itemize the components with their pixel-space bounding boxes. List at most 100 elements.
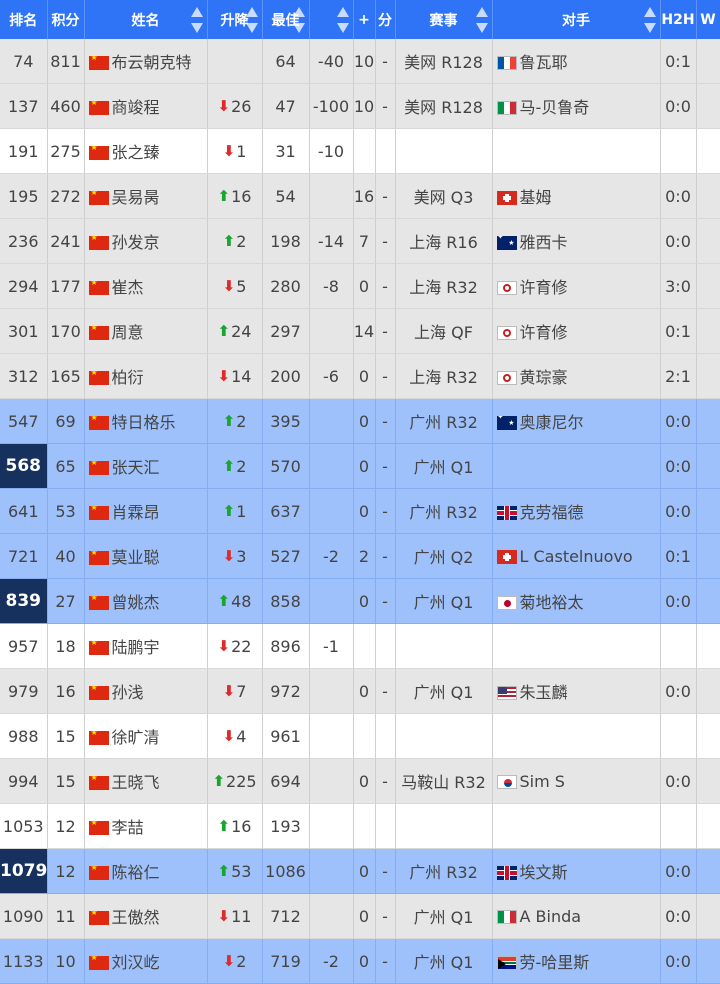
cell-player-name[interactable]: 李喆 xyxy=(84,803,208,849)
table-row[interactable]: 191 275 张之臻 ⬇1 31 -10 xyxy=(0,128,720,174)
cell-opponent[interactable]: 鲁瓦耶 xyxy=(492,39,661,84)
cell-opponent[interactable]: 许育修 xyxy=(492,308,661,354)
cell-opponent[interactable]: 菊地裕太 xyxy=(492,578,661,624)
cell-opponent[interactable] xyxy=(492,443,661,489)
cell-opponent[interactable] xyxy=(492,623,661,669)
table-row[interactable]: 137 460 商竣程 ⬇26 47 -10010-美网 R128 马-贝鲁奇 0:0 xyxy=(0,83,720,129)
cell-opponent[interactable] xyxy=(492,713,661,759)
cell-opponent[interactable]: 埃文斯 xyxy=(492,848,661,894)
table-row[interactable]: 294 177 崔杰 ⬇5 280 -8 0- 上海 R32 许育修 3:0 xyxy=(0,263,720,309)
sort-icon[interactable] xyxy=(336,7,349,33)
cell-points-text: 811 xyxy=(50,51,81,71)
cell-opponent[interactable]: Sim S xyxy=(492,758,661,804)
cell-opponent[interactable]: 基姆 xyxy=(492,173,661,219)
sort-icon[interactable] xyxy=(475,7,488,33)
table-row[interactable]: 195272吴易昺⬆165416-美网 Q3基姆0:0 xyxy=(0,173,720,219)
cell-opponent[interactable]: 克劳福德 xyxy=(492,488,661,534)
cell-tournament: 广州 Q1 xyxy=(395,893,493,939)
table-row[interactable]: 957 18 陆鹏宇 ⬇22 896 -1 xyxy=(0,623,720,669)
col-header-diff[interactable] xyxy=(309,0,354,39)
col-header-change[interactable]: 升降 xyxy=(207,0,263,39)
cell-opponent[interactable]: 朱玉麟 xyxy=(492,668,661,714)
cell-opponent[interactable]: 劳-哈里斯 xyxy=(492,938,661,984)
table-row[interactable]: 988 15 徐旷清 ⬇4 961 xyxy=(0,713,720,759)
cell-player-name[interactable]: 陆鹏宇 xyxy=(84,623,208,669)
cell-player-name[interactable]: 肖霖昂 xyxy=(84,488,208,534)
table-row[interactable]: 236 241 孙发京 ⬆2 198 -14 7- 上海 R16 雅西卡 0:0 xyxy=(0,218,720,264)
arrow-down-icon: ⬇ xyxy=(222,547,236,565)
cell-h2h: 0:0 xyxy=(660,668,697,714)
col-header-h2h[interactable]: H2H xyxy=(660,0,697,39)
table-row[interactable]: 1133 10 刘汉屹 ⬇2 719 -2 0- 广州 Q1 劳-哈里斯 0:0 xyxy=(0,938,720,984)
cell-player-name[interactable]: 周意 xyxy=(84,308,208,354)
table-row[interactable]: 109011王傲然⬇117120-广州 Q1A Binda0:0 xyxy=(0,893,720,939)
col-header-pts-b[interactable]: 分 xyxy=(375,0,396,39)
table-row[interactable]: 721 40 莫业聪 ⬇3 527 -2 2- 广州 Q2 L Castelnuovo 0:1 xyxy=(0,533,720,579)
cell-opponent[interactable] xyxy=(492,128,661,174)
table-row[interactable]: 1079 12 陈裕仁 ⬆53 1086 0- 广州 R32 埃文斯 0:0 xyxy=(0,848,720,894)
cell-opponent[interactable] xyxy=(492,803,661,849)
table-row[interactable]: 1053 12 李喆 ⬆16 193 xyxy=(0,803,720,849)
sort-icon[interactable] xyxy=(643,7,656,33)
table-row[interactable]: 994 15 王晓飞 ⬆225 694 0-马鞍山 R32 Sim S 0:0 xyxy=(0,758,720,804)
cell-player-name[interactable]: 吴易昺 xyxy=(84,173,208,219)
cell-opponent[interactable]: 马-贝鲁奇 xyxy=(492,83,661,129)
sort-icon[interactable] xyxy=(292,7,305,33)
cell-rank: 641 xyxy=(0,488,48,534)
cell-opponent[interactable]: 黄琮豪 xyxy=(492,353,661,399)
col-header-best[interactable]: 最佳 xyxy=(262,0,310,39)
cell-player-name[interactable]: 莫业聪 xyxy=(84,533,208,579)
cell-pts-a xyxy=(353,128,376,174)
table-row[interactable]: 568 65 张天汇 ⬆2 570 0- 广州 Q1 0:0 xyxy=(0,443,720,489)
cell-player-name[interactable]: 曾姚杰 xyxy=(84,578,208,624)
cell-best: 280 xyxy=(262,263,310,309)
sort-icon[interactable] xyxy=(245,7,258,33)
cell-opponent[interactable]: 雅西卡 xyxy=(492,218,661,264)
cell-rank: 195 xyxy=(0,173,48,219)
cell-opponent[interactable]: 奥康尼尔 xyxy=(492,398,661,444)
col-header-pts-a[interactable]: + xyxy=(353,0,376,39)
cn-flag-icon xyxy=(88,101,109,115)
cell-player-name[interactable]: 王傲然 xyxy=(84,893,208,939)
cell-player-name[interactable]: 孙发京 xyxy=(84,218,208,264)
cell-pts-b-text: - xyxy=(382,906,388,926)
table-row[interactable]: 979 16 孙浅 ⬇7 972 0- 广州 Q1 朱玉麟 0:0 xyxy=(0,668,720,714)
cell-player-name[interactable]: 陈裕仁 xyxy=(84,848,208,894)
cell-player-name[interactable]: 王晓飞 xyxy=(84,758,208,804)
col-header-tournament-label: 赛事 xyxy=(429,12,458,29)
cell-player-name[interactable]: 徐旷清 xyxy=(84,713,208,759)
cell-best-text: 858 xyxy=(270,591,301,611)
col-header-w[interactable]: W xyxy=(696,0,720,39)
table-row[interactable]: 547 69 特日格乐 ⬆2 395 0- 广州 R32 奥康尼尔 0:0 xyxy=(0,398,720,444)
col-header-opponent[interactable]: 对手 xyxy=(492,0,661,39)
cell-player-name[interactable]: 柏衍 xyxy=(84,353,208,399)
cell-player-name[interactable]: 刘汉屹 xyxy=(84,938,208,984)
col-header-rank[interactable]: 排名 xyxy=(0,0,48,39)
cell-opponent[interactable]: L Castelnuovo xyxy=(492,533,661,579)
cell-player-name[interactable]: 张天汇 xyxy=(84,443,208,489)
cell-player-name[interactable]: 崔杰 xyxy=(84,263,208,309)
gb-flag-icon xyxy=(496,506,517,520)
cell-pts-b-text: - xyxy=(382,861,388,881)
cell-opponent[interactable]: 许育修 xyxy=(492,263,661,309)
cell-rank: 568 xyxy=(0,443,48,489)
cell-pts-b: - xyxy=(375,533,396,579)
table-row[interactable]: 74 811 布云朝克特 64 -40 10-美网 R128 鲁瓦耶 0:1 xyxy=(0,39,720,84)
cell-player-name[interactable]: 布云朝克特 xyxy=(84,39,208,84)
table-row[interactable]: 312 165 柏衍 ⬇14 200 -6 0- 上海 R32 黄琮豪 2:1 xyxy=(0,353,720,399)
rank-change-value: 225 xyxy=(226,772,257,791)
table-row[interactable]: 641 53 肖霖昂 ⬆1 637 0- 广州 R32 克劳福德 0:0 xyxy=(0,488,720,534)
table-row[interactable]: 301 170 周意 ⬆24 297 14- 上海 QF 许育修 0:1 xyxy=(0,308,720,354)
col-header-name[interactable]: 姓名 xyxy=(84,0,208,39)
cell-opponent[interactable]: A Binda xyxy=(492,893,661,939)
cell-player-name[interactable]: 特日格乐 xyxy=(84,398,208,444)
col-header-points[interactable]: 积分 xyxy=(47,0,85,39)
sort-icon[interactable] xyxy=(190,7,203,33)
cell-player-name[interactable]: 张之臻 xyxy=(84,128,208,174)
col-header-tournament[interactable]: 赛事 xyxy=(395,0,493,39)
cell-change: ⬆ 2 xyxy=(207,218,263,264)
cell-player-name[interactable]: 商竣程 xyxy=(84,83,208,129)
cell-player-name[interactable]: 孙浅 xyxy=(84,668,208,714)
rank-change: ⬇ 4 xyxy=(223,727,247,746)
table-row[interactable]: 839 27 曾姚杰 ⬆48 858 0- 广州 Q1 菊地裕太 0:0 xyxy=(0,578,720,624)
